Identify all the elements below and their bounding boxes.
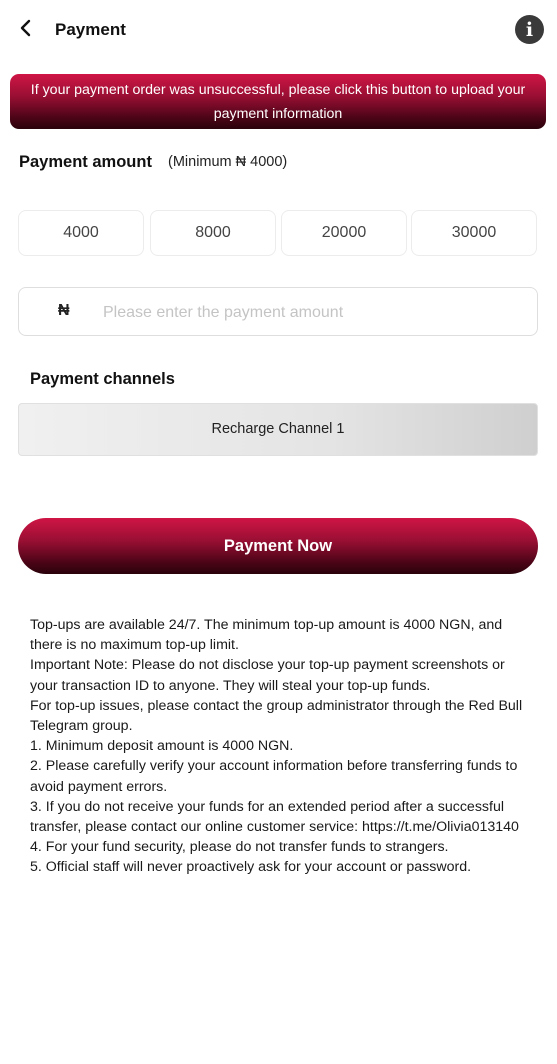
note-line: 3. If you do not receive your funds for …: [30, 798, 519, 836]
payment-notes: Top-ups are available 24/7. The minimum …: [30, 615, 535, 878]
upload-payment-info-banner[interactable]: If your payment order was unsuccessful, …: [10, 74, 546, 129]
payment-channels-heading: Payment channels: [30, 370, 175, 388]
amount-option-20000[interactable]: 20000: [281, 210, 407, 256]
payment-amount-heading: Payment amount: [19, 153, 152, 171]
note-line: 2. Please carefully verify your account …: [30, 758, 518, 795]
note-line: Important Note: Please do not disclose y…: [30, 657, 505, 694]
payment-now-button[interactable]: Payment Now: [18, 518, 538, 574]
amount-option-30000[interactable]: 30000: [411, 210, 537, 256]
recharge-channel-1-button[interactable]: Recharge Channel 1: [18, 403, 538, 456]
amount-input-field[interactable]: ₦: [18, 287, 538, 336]
note-line: Top-ups are available 24/7. The minimum …: [30, 617, 503, 654]
note-line: For top-up issues, please contact the gr…: [30, 697, 523, 735]
minimum-amount-note: (Minimum ₦ 4000): [168, 154, 288, 170]
top-app-bar: Payment i: [0, 0, 557, 60]
chevron-left-icon: [20, 19, 31, 37]
info-button[interactable]: i: [515, 15, 544, 44]
back-button[interactable]: [14, 14, 40, 44]
amount-option-8000[interactable]: 8000: [150, 210, 276, 256]
naira-currency-symbol: ₦: [58, 302, 70, 319]
note-line: 4. For your fund security, please do not…: [30, 839, 449, 856]
note-line: 5. Official staff will never proactively…: [30, 859, 472, 876]
info-icon: i: [525, 19, 534, 41]
page-title: Payment: [55, 20, 126, 39]
note-line: 1. Minimum deposit amount is 4000 NGN.: [30, 738, 294, 755]
amount-input[interactable]: [101, 298, 525, 328]
amount-option-4000[interactable]: 4000: [18, 210, 144, 256]
